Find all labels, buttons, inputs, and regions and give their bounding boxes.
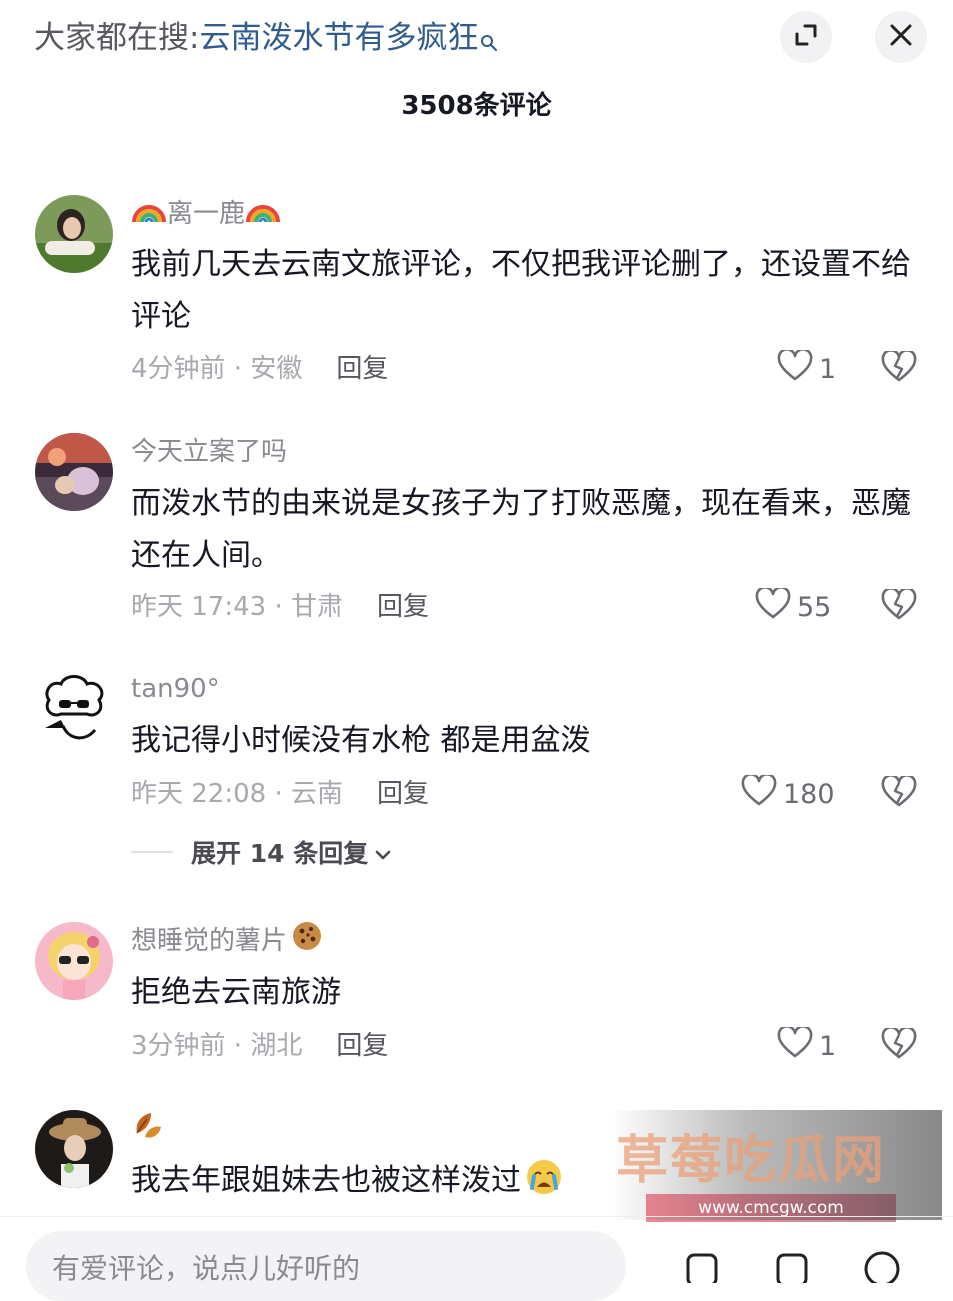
reply-button[interactable]: 回复	[377, 592, 429, 622]
rainbow-icon	[131, 194, 167, 235]
expand-divider	[131, 851, 173, 853]
comment-text: 而泼水节的由来说是女孩子为了打败恶魔，现在看来，恶魔还在人间。	[131, 486, 911, 573]
cookie-icon	[291, 920, 323, 963]
search-suggestion[interactable]: 大家都在搜:云南泼水节有多疯狂	[34, 16, 498, 64]
comment-input[interactable]: 有爱评论，说点儿好听的	[26, 1231, 626, 1301]
comment-input-bar: 有爱评论，说点儿好听的	[0, 1216, 953, 1301]
search-suggestion-term[interactable]: 云南泼水节有多疯狂	[199, 20, 478, 56]
heart-icon	[755, 585, 791, 627]
search-icon	[480, 20, 498, 64]
rainbow-icon	[245, 194, 281, 235]
comment-time-location: 昨天 17:43 · 甘肃	[131, 592, 343, 622]
comment-meta: 昨天 17:43 · 甘肃 回复	[131, 587, 429, 627]
comment-meta: 昨天 22:08 · 云南 回复	[131, 774, 429, 814]
dislike-button[interactable]	[880, 587, 918, 627]
comment-count-title: 3508条评论	[401, 91, 552, 121]
like-button[interactable]: 55	[755, 585, 832, 627]
crying-face-icon	[525, 1158, 563, 1213]
comment-meta: 3分钟前 · 湖北 回复	[131, 1026, 388, 1066]
broken-heart-icon	[881, 349, 917, 387]
username[interactable]: 今天立案了吗	[131, 433, 287, 471]
reply-button[interactable]: 回复	[336, 1031, 388, 1061]
username-text: tan90°	[131, 674, 220, 704]
avatar[interactable]	[35, 922, 113, 1000]
dislike-button[interactable]	[880, 349, 918, 389]
heart-icon	[777, 347, 813, 389]
like-button[interactable]: 1	[777, 347, 837, 389]
username-text: 离一鹿	[167, 199, 246, 229]
like-button[interactable]: 1	[777, 1024, 837, 1066]
username[interactable]: 离一鹿	[131, 195, 281, 233]
close-button[interactable]	[875, 11, 927, 63]
reply-button[interactable]: 回复	[377, 779, 429, 809]
username[interactable]	[131, 1110, 165, 1148]
avatar[interactable]	[35, 433, 113, 511]
comment-text-content: 我去年跟姐妹去也被这样泼过	[131, 1163, 521, 1198]
comment-text: 拒绝去云南旅游	[131, 975, 341, 1010]
comment-time-location: 3分钟前 · 湖北	[131, 1031, 303, 1061]
broken-heart-icon	[881, 774, 917, 812]
avatar[interactable]	[35, 1110, 113, 1188]
dislike-button[interactable]	[880, 774, 918, 814]
like-count: 1	[819, 353, 837, 385]
comment-time-location: 昨天 22:08 · 云南	[131, 779, 343, 809]
like-count: 1	[819, 1030, 837, 1062]
comment-text: 我记得小时候没有水枪 都是用盆泼	[131, 723, 591, 758]
watermark-title: 草莓吃瓜网	[616, 1131, 887, 1191]
avatar[interactable]	[35, 670, 113, 748]
image-icon[interactable]	[860, 1243, 904, 1287]
username[interactable]: tan90°	[131, 670, 220, 708]
comment-input-placeholder: 有爱评论，说点儿好听的	[52, 1252, 361, 1285]
search-suggestion-prefix: 大家都在搜:	[34, 20, 200, 56]
autumn-leaves-icon	[131, 1107, 165, 1152]
expand-replies-label: 展开 14 条回复	[191, 839, 369, 868]
comment-meta: 4分钟前 · 安徽 回复	[131, 349, 388, 389]
broken-heart-icon	[881, 1026, 917, 1064]
like-count: 180	[783, 778, 835, 810]
username[interactable]: 想睡觉的薯片	[131, 920, 323, 963]
comment-time-location: 4分钟前 · 安徽	[131, 354, 303, 384]
like-button[interactable]: 180	[741, 772, 835, 814]
expand-button[interactable]	[780, 11, 832, 63]
username-text: 今天立案了吗	[131, 437, 288, 467]
expand-replies-button[interactable]: 展开 14 条回复	[131, 832, 392, 872]
broken-heart-icon	[881, 587, 917, 625]
close-icon	[889, 23, 913, 51]
at-mention-icon[interactable]	[680, 1243, 724, 1287]
like-count: 55	[797, 591, 832, 623]
expand-icon	[793, 22, 819, 52]
heart-icon	[777, 1024, 813, 1066]
comment-text: 我前几天去云南文旅评论，不仅把我评论删了，还设置不给评论	[131, 247, 911, 334]
emoji-icon[interactable]	[770, 1243, 814, 1287]
reply-button[interactable]: 回复	[336, 354, 388, 384]
avatar[interactable]	[35, 195, 113, 273]
chevron-down-icon	[374, 838, 392, 867]
top-bar: 大家都在搜:云南泼水节有多疯狂	[0, 0, 953, 80]
username-text: 想睡觉的薯片	[131, 926, 288, 956]
heart-icon	[741, 772, 777, 814]
dislike-button[interactable]	[880, 1026, 918, 1066]
